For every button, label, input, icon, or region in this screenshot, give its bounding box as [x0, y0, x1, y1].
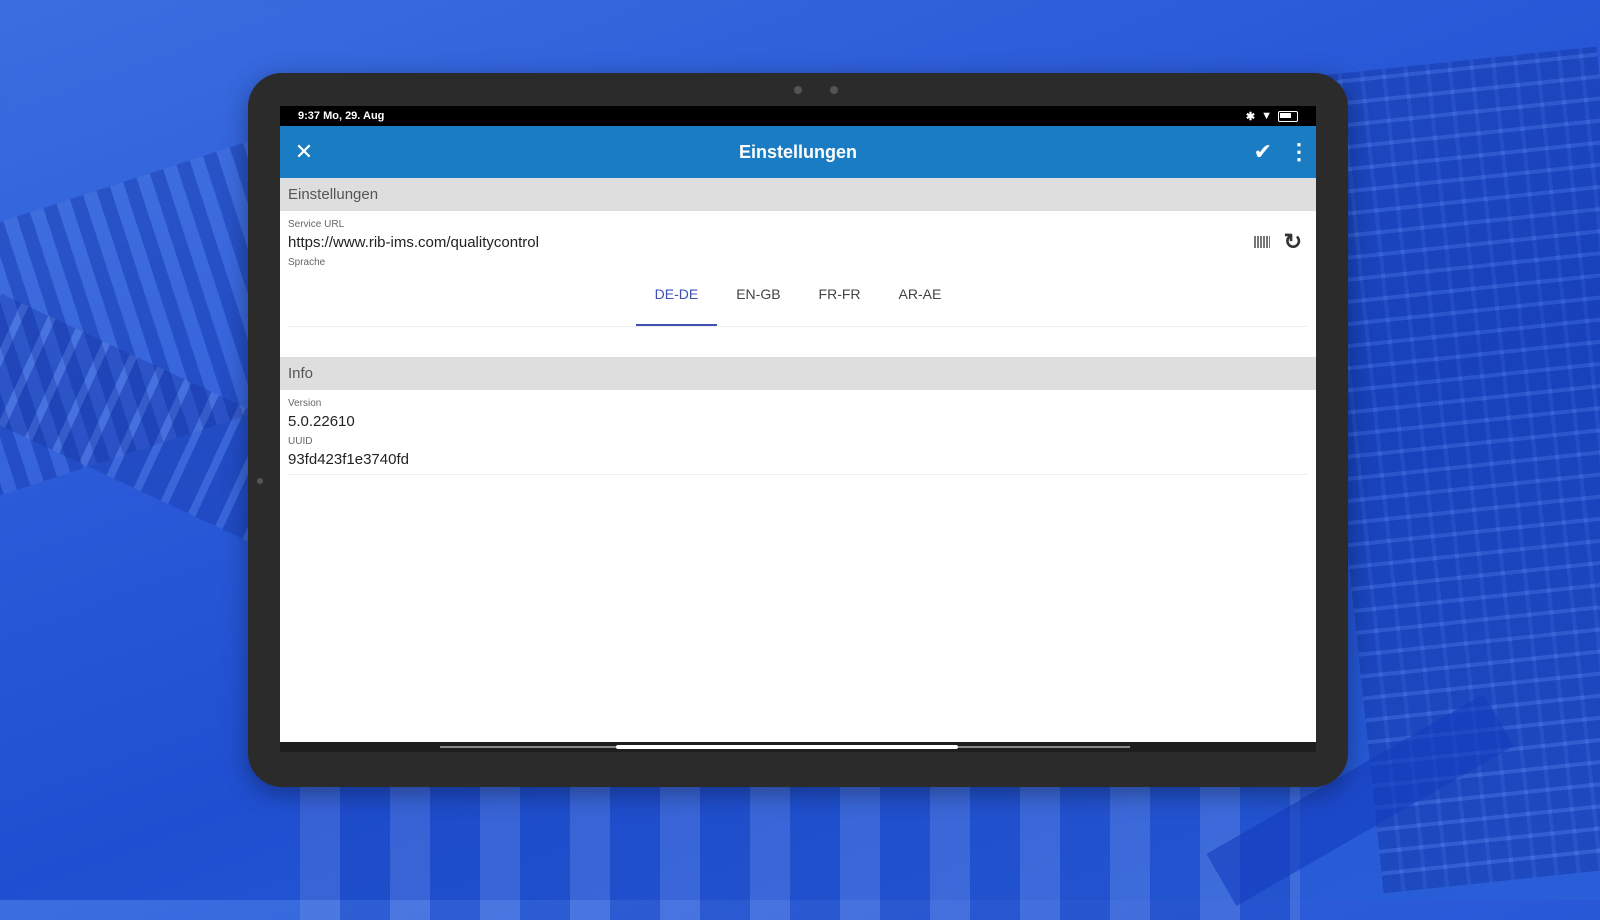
system-nav-bar — [280, 742, 1316, 752]
tablet-frame: 9:37 Mo, 29. Aug ✱ ▼ ✕ Einstellungen ✔ ⋮… — [248, 73, 1348, 787]
barcode-scan-icon[interactable] — [1253, 235, 1270, 248]
uuid-value: 93fd423f1e3740fd — [288, 451, 1308, 475]
language-field: Sprache — [280, 257, 1316, 268]
camera-dot — [794, 86, 802, 94]
bluetooth-icon: ✱ — [1245, 110, 1256, 123]
tab-de-de[interactable]: DE-DE — [635, 268, 718, 326]
camera-dot — [830, 86, 838, 94]
more-vert-icon[interactable]: ⋮ — [1288, 139, 1310, 165]
language-label: Sprache — [288, 257, 326, 268]
language-tabs-wrap: DE-DE EN-GB FR-FR AR-AE — [280, 268, 1316, 327]
service-url-icons: ↻ — [1253, 230, 1302, 253]
tab-en-gb[interactable]: EN-GB — [717, 268, 799, 326]
app-bar: ✕ Einstellungen ✔ ⋮ — [280, 126, 1316, 178]
tablet-screen: 9:37 Mo, 29. Aug ✱ ▼ ✕ Einstellungen ✔ ⋮… — [280, 106, 1316, 752]
section-header-info: Info — [280, 357, 1316, 390]
version-value: 5.0.22610 — [288, 413, 355, 430]
status-icons: ✱ ▼ — [1246, 110, 1298, 123]
service-url-input[interactable]: https://www.rib-ims.com/qualitycontrol — [288, 234, 1254, 257]
wifi-icon: ▼ — [1261, 110, 1272, 122]
check-icon[interactable]: ✔ — [1254, 139, 1272, 165]
status-time-date: 9:37 Mo, 29. Aug — [298, 110, 385, 122]
service-url-label: Service URL — [288, 219, 345, 230]
home-gesture-handle[interactable] — [616, 745, 958, 749]
service-url-row: https://www.rib-ims.com/qualitycontrol ↻ — [288, 230, 1308, 257]
app-bar-actions: ✔ ⋮ — [1254, 139, 1310, 165]
background-building — [300, 780, 1300, 920]
version-label: Version — [288, 398, 322, 409]
uuid-field: UUID 93fd423f1e3740fd — [280, 436, 1316, 475]
section-header-settings: Einstellungen — [280, 178, 1316, 211]
page-title: Einstellungen — [738, 141, 857, 162]
side-sensor — [257, 478, 263, 484]
status-bar: 9:37 Mo, 29. Aug ✱ ▼ — [280, 106, 1316, 126]
language-tabs: DE-DE EN-GB FR-FR AR-AE — [288, 268, 1308, 327]
refresh-icon[interactable]: ↻ — [1284, 230, 1302, 253]
uuid-label: UUID — [288, 436, 313, 447]
close-icon[interactable]: ✕ — [286, 139, 322, 165]
tab-ar-ae[interactable]: AR-AE — [880, 268, 961, 326]
service-url-field: Service URL https://www.rib-ims.com/qual… — [280, 211, 1316, 257]
battery-icon — [1278, 110, 1298, 122]
version-field: Version 5.0.22610 — [280, 390, 1316, 436]
tab-fr-fr[interactable]: FR-FR — [800, 268, 880, 326]
